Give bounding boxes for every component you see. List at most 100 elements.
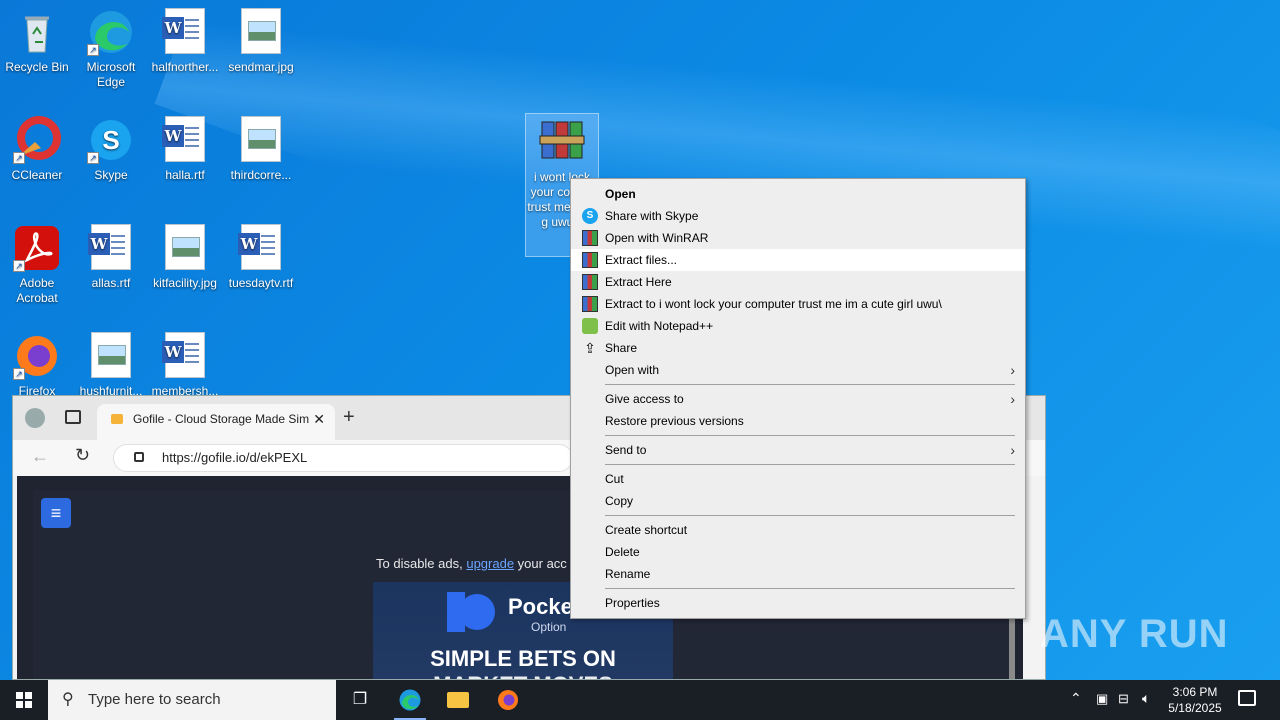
- desktop-icon-thirdcorre[interactable]: thirdcorre...: [224, 116, 298, 183]
- menu-item-send-to[interactable]: Send to ›: [571, 439, 1025, 461]
- menu-item-label: Send to: [605, 443, 647, 457]
- menu-item-label: Properties: [605, 596, 660, 610]
- menu-item-properties[interactable]: Properties: [571, 592, 1025, 614]
- menu-separator: [605, 464, 1015, 465]
- tab-title: Gofile - Cloud Storage Made Sim: [133, 412, 310, 426]
- menu-item-open[interactable]: Open: [571, 183, 1025, 205]
- menu-item-label: Extract files...: [605, 253, 678, 267]
- shortcut-arrow-icon: ↗: [13, 260, 25, 272]
- desktop-icon-allas-rtf[interactable]: W allas.rtf: [74, 224, 148, 291]
- desktop-icon-firefox[interactable]: ↗ Firefox: [0, 332, 74, 399]
- menu-item-share[interactable]: ⇪ Share: [571, 337, 1025, 359]
- menu-item-restore-previous-versions[interactable]: Restore previous versions: [571, 410, 1025, 432]
- tab-gofile[interactable]: Gofile - Cloud Storage Made Sim ✕: [97, 404, 335, 440]
- search-placeholder: Type here to search: [88, 691, 221, 708]
- menu-separator: [605, 515, 1015, 516]
- ad-notice-prefix: To disable ads,: [376, 556, 467, 571]
- profile-avatar-icon[interactable]: [25, 408, 45, 428]
- desktop-icon-label: Skype: [94, 168, 128, 182]
- volume-icon[interactable]: 🔈︎: [1142, 690, 1150, 707]
- windows-logo-icon: [16, 692, 32, 708]
- menu-item-label: Copy: [605, 494, 634, 508]
- task-view-button[interactable]: ❐: [336, 680, 384, 720]
- system-clock[interactable]: 3:06 PM 5/18/2025: [1162, 684, 1228, 716]
- desktop-icon-ccleaner[interactable]: ↗ CCleaner: [0, 116, 74, 183]
- desktop-icon-label: Microsoft Edge: [86, 60, 136, 89]
- desktop-icon-sendmar-jpg[interactable]: sendmar.jpg: [224, 8, 298, 75]
- menu-item-copy[interactable]: Copy: [571, 490, 1025, 512]
- show-hidden-icons-icon[interactable]: ⌃: [1070, 690, 1082, 707]
- hamburger-menu-icon[interactable]: ≡: [41, 498, 71, 528]
- taskbar: ⚲ Type here to search ❐ ⌃ ▣ ⊟ 🔈︎ 3:06 PM…: [0, 680, 1280, 720]
- search-icon: ⚲: [62, 691, 74, 708]
- menu-separator: [605, 588, 1015, 589]
- svg-text:S: S: [102, 125, 119, 155]
- desktop-icon-kitfacility-jpg[interactable]: kitfacility.jpg: [148, 224, 222, 291]
- image-file-icon: [237, 8, 285, 56]
- start-button[interactable]: [0, 680, 48, 720]
- desktop-icon-hushfurnit[interactable]: hushfurnit...: [74, 332, 148, 399]
- task-view-icon: ❐: [352, 691, 368, 708]
- menu-item-edit-with-notepad-plus-plus[interactable]: Edit with Notepad++: [571, 315, 1025, 337]
- menu-item-open-with-winrar[interactable]: Open with WinRAR: [571, 227, 1025, 249]
- menu-item-label: Open: [605, 187, 636, 201]
- tab-actions-icon[interactable]: [65, 410, 81, 424]
- desktop-icon-skype[interactable]: S ↗ Skype: [74, 116, 148, 183]
- clock-date: 5/18/2025: [1168, 701, 1222, 715]
- address-bar[interactable]: https://gofile.io/d/ekPEXL: [113, 444, 573, 472]
- meet-now-icon[interactable]: ▣: [1096, 691, 1108, 707]
- close-tab-icon[interactable]: ✕: [313, 404, 325, 434]
- notepad-plus-plus-icon: [582, 318, 598, 334]
- desktop-icon-label: CCleaner: [11, 168, 63, 182]
- network-icon[interactable]: ⊟: [1118, 691, 1129, 707]
- edge-icon: [399, 689, 421, 711]
- image-file-icon: [237, 116, 285, 164]
- desktop-icon-label: sendmar.jpg: [228, 60, 294, 74]
- skype-icon: S: [582, 208, 598, 224]
- taskbar-firefox[interactable]: [484, 680, 532, 720]
- menu-item-delete[interactable]: Delete: [571, 541, 1025, 563]
- image-file-icon: [161, 224, 209, 272]
- desktop-icon-adobe-acrobat[interactable]: ↗ Adobe Acrobat: [0, 224, 74, 306]
- back-icon[interactable]: ←: [31, 446, 49, 467]
- menu-separator: [605, 435, 1015, 436]
- desktop-icon-membersh[interactable]: W membersh...: [148, 332, 222, 399]
- new-tab-icon[interactable]: +: [343, 406, 355, 429]
- gofile-favicon-icon: [111, 414, 123, 424]
- menu-item-extract-files[interactable]: Extract files...: [571, 249, 1025, 271]
- shortcut-arrow-icon: ↗: [87, 152, 99, 164]
- desktop-icon-halfnorther[interactable]: W halfnorther...: [148, 8, 222, 75]
- menu-item-create-shortcut[interactable]: Create shortcut: [571, 519, 1025, 541]
- menu-item-label: Open with WinRAR: [605, 231, 709, 245]
- notifications-icon[interactable]: [1238, 690, 1256, 706]
- menu-item-share-with-skype[interactable]: S Share with Skype: [571, 205, 1025, 227]
- folder-icon: [447, 692, 469, 708]
- upgrade-link[interactable]: upgrade: [466, 556, 514, 571]
- desktop-icon-microsoft-edge[interactable]: ↗ Microsoft Edge: [74, 8, 148, 90]
- taskbar-search-box[interactable]: ⚲ Type here to search: [48, 680, 336, 720]
- menu-item-extract-here[interactable]: Extract Here: [571, 271, 1025, 293]
- skype-icon: S ↗: [87, 116, 135, 164]
- menu-item-give-access-to[interactable]: Give access to ›: [571, 388, 1025, 410]
- menu-item-cut[interactable]: Cut: [571, 468, 1025, 490]
- menu-item-label: Rename: [605, 567, 651, 581]
- edge-icon: ↗: [87, 8, 135, 56]
- menu-item-label: Extract to i wont lock your computer tru…: [605, 297, 942, 311]
- menu-item-extract-to-folder[interactable]: Extract to i wont lock your computer tru…: [571, 293, 1025, 315]
- menu-item-open-with[interactable]: Open with ›: [571, 359, 1025, 381]
- taskbar-file-explorer[interactable]: [434, 680, 482, 720]
- desktop-icon-halla-rtf[interactable]: W halla.rtf: [148, 116, 222, 183]
- desktop-icon-recycle-bin[interactable]: Recycle Bin: [0, 8, 74, 75]
- desktop-icon-tuesdaytv-rtf[interactable]: W tuesdaytv.rtf: [224, 224, 298, 291]
- firefox-icon: [498, 690, 518, 710]
- desktop-icon-label: halfnorther...: [151, 60, 219, 74]
- word-document-icon: W: [161, 116, 209, 164]
- context-menu: Open S Share with Skype Open with WinRAR…: [570, 178, 1026, 619]
- clock-time: 3:06 PM: [1172, 685, 1218, 699]
- winrar-icon: [582, 274, 598, 290]
- refresh-icon[interactable]: ↻: [75, 445, 90, 466]
- ad-headline-2: MARKET MOVES: [373, 672, 673, 679]
- menu-item-rename[interactable]: Rename: [571, 563, 1025, 585]
- taskbar-edge[interactable]: [386, 680, 434, 720]
- ad-notice-suffix: your acc: [514, 556, 567, 571]
